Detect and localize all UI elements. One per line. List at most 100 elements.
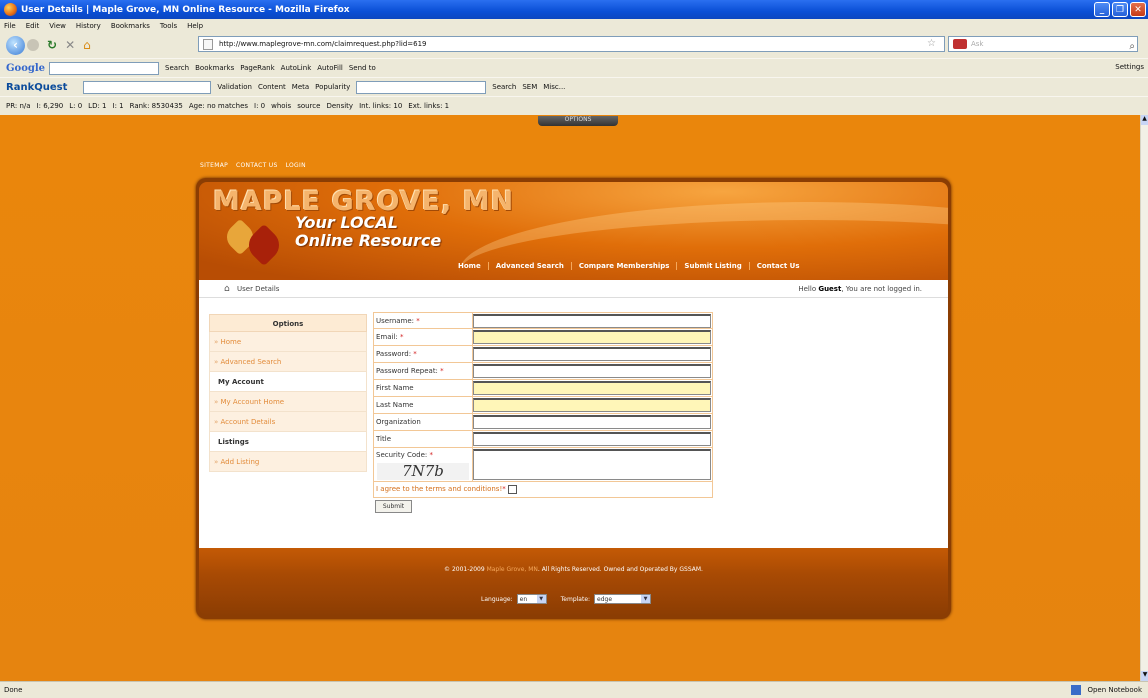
first-name-field[interactable] [473,381,711,395]
seo-index[interactable]: I: 6,290 [37,102,64,110]
nav-submit-listing[interactable]: Submit Listing [676,262,748,270]
nav-advanced-search[interactable]: Advanced Search [487,262,571,270]
sidebar-item-add-listing[interactable]: Add Listing [209,452,367,472]
rq-search-field[interactable] [356,80,487,94]
menu-edit[interactable]: Edit [26,22,40,30]
breadcrumb-current: User Details [237,284,280,293]
home-icon[interactable]: ⌂ [83,38,91,52]
scroll-down-icon[interactable]: ▼ [1141,671,1148,681]
rq-search[interactable]: Search [492,83,516,91]
gtb-sendto[interactable]: Send to [349,64,376,72]
required-mark: * [502,485,506,493]
sidebar-item-my-account-home[interactable]: My Account Home [209,392,367,412]
footer-selects: Language: en ▼ Template: edge ▼ [481,594,652,604]
breadcrumb: ⌂ User Details Hello Guest, You are not … [199,280,948,298]
seo-age[interactable]: Age: no matches [189,102,248,110]
forward-button[interactable] [27,39,39,51]
reload-icon[interactable]: ↻ [47,38,57,52]
vertical-scrollbar[interactable]: ▲ ▼ [1140,115,1148,681]
firefox-icon [4,3,17,16]
organization-field[interactable] [473,415,711,429]
rq-misc[interactable]: Misc... [543,83,565,91]
last-name-field[interactable] [473,398,711,412]
options-tab[interactable]: OPTIONS [538,116,618,126]
seo-whois[interactable]: whois [271,102,291,110]
nav-home[interactable]: Home [451,262,488,270]
sidebar-item-advanced-search[interactable]: Advanced Search [209,352,367,372]
sidebar-item-account-details[interactable]: Account Details [209,412,367,432]
terms-checkbox[interactable] [507,485,517,494]
seo-ld[interactable]: LD: 1 [88,102,106,110]
open-notebook-link[interactable]: Open Notebook [1087,686,1142,694]
url-bar[interactable]: http://www.maplegrove-mn.com/claimreques… [198,36,945,52]
seo-int-links[interactable]: Int. links: 10 [359,102,402,110]
close-button[interactable]: ✕ [1130,2,1146,17]
nav-compare-memberships[interactable]: Compare Memberships [570,262,677,270]
seo-source[interactable]: source [297,102,320,110]
footer-brand-link[interactable]: Maple Grove, MN [487,566,538,573]
rq-validation[interactable]: Validation [217,83,252,91]
password-repeat-field[interactable] [473,364,711,378]
sidebar-item-home[interactable]: Home [209,332,367,352]
rankquest-field[interactable] [83,80,212,94]
seo-links[interactable]: L: 0 [69,102,82,110]
nav-contact-us[interactable]: Contact Us [748,262,807,270]
language-select[interactable]: en ▼ [516,594,547,604]
menu-file[interactable]: File [4,22,16,30]
tagline-line-2: Online Resource [295,231,442,250]
seo-pr[interactable]: PR: n/a [6,102,31,110]
username-guest: Guest [818,285,842,293]
menu-view[interactable]: View [49,22,66,30]
menu-history[interactable]: History [76,22,101,30]
options-sidebar: Options Home Advanced Search My Account … [209,314,367,472]
seo-density[interactable]: Density [326,102,353,110]
seo-index3[interactable]: I: 0 [254,102,265,110]
scroll-up-icon[interactable]: ▲ [1141,115,1148,125]
home-icon[interactable]: ⌂ [224,284,230,294]
password-label-text: Password: [376,350,412,358]
gtb-pagerank[interactable]: PageRank [240,64,274,72]
template-select[interactable]: edge ▼ [594,594,652,604]
security-code-label: Security Code: * 7N7b [373,448,473,482]
search-icon[interactable]: ⌕ [1129,41,1135,52]
menu-bookmarks[interactable]: Bookmarks [111,22,150,30]
submit-button[interactable]: Submit [375,500,412,513]
email-field[interactable] [473,330,711,344]
sitemap-link[interactable]: SITEMAP [200,162,228,169]
google-search-field[interactable] [49,61,160,75]
rq-content[interactable]: Content [258,83,286,91]
gtb-autofill[interactable]: AutoFill [317,64,343,72]
rq-popularity[interactable]: Popularity [315,83,350,91]
back-button[interactable]: ‹ [6,35,25,55]
gtb-bookmarks[interactable]: Bookmarks [195,64,234,72]
menu-tools[interactable]: Tools [160,22,177,30]
seo-ext-links[interactable]: Ext. links: 1 [408,102,449,110]
gtb-settings[interactable]: Settings [1115,63,1144,71]
bookmark-star-icon[interactable]: ☆ [927,38,936,49]
security-code-label-text: Security Code: [376,451,428,459]
menu-help[interactable]: Help [187,22,203,30]
search-engine-icon[interactable] [953,39,967,49]
search-placeholder: Ask [971,40,984,48]
search-box[interactable]: Ask ⌕ [948,36,1138,52]
rq-meta[interactable]: Meta [292,83,309,91]
rq-sem[interactable]: SEM [522,83,537,91]
login-link[interactable]: LOGIN [286,162,306,169]
gtb-autolink[interactable]: AutoLink [281,64,312,72]
minimize-button[interactable]: _ [1094,2,1110,17]
stop-icon[interactable]: ✕ [65,38,75,52]
restore-button[interactable]: ❐ [1112,2,1128,17]
security-code-field[interactable] [473,449,711,480]
password-field[interactable] [473,347,711,361]
window-title: User Details | Maple Grove, MN Online Re… [21,4,350,15]
page-icon [203,39,213,50]
gtb-search[interactable]: Search [165,64,189,72]
seo-index2[interactable]: I: 1 [113,102,124,110]
status-bar: Done Open Notebook [0,681,1148,698]
contact-us-link[interactable]: CONTACT US [236,162,278,169]
seo-rank[interactable]: Rank: 8530435 [130,102,183,110]
username-field[interactable] [473,314,711,328]
title-field[interactable] [473,432,711,446]
notebook-icon[interactable] [1071,685,1082,695]
language-value: en [519,595,528,603]
